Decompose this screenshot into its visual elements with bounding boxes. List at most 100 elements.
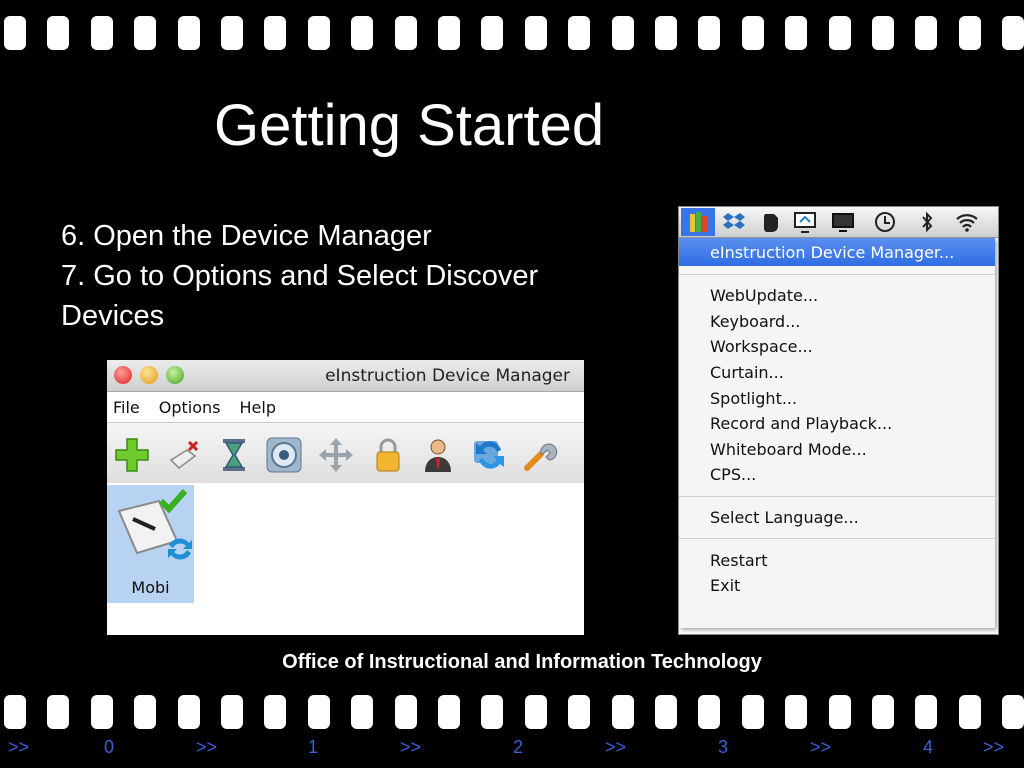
sprocket-hole	[958, 16, 981, 50]
sprocket-hole	[698, 16, 721, 50]
menu-file[interactable]: File	[107, 398, 153, 417]
nav-next-arrows[interactable]: >>	[8, 737, 29, 758]
nav-next-arrows[interactable]: >>	[400, 737, 421, 758]
slide-title: Getting Started	[214, 93, 605, 158]
menubar-dropdown-screenshot: eInstruction Device Manager... WebUpdate…	[678, 206, 999, 635]
lock-icon[interactable]	[369, 436, 407, 474]
sprocket-hole	[698, 695, 721, 729]
user-icon[interactable]	[419, 436, 457, 474]
step-line: 7. Go to Options and Select Discover	[61, 260, 539, 292]
window-title: eInstruction Device Manager	[325, 366, 570, 386]
time-machine-icon[interactable]	[873, 210, 897, 234]
nav-slide-link[interactable]: 3	[718, 737, 728, 758]
sprocket-hole	[741, 695, 764, 729]
menu-item-record-playback[interactable]: Record and Playback...	[679, 411, 995, 437]
bluetooth-icon[interactable]	[915, 210, 939, 234]
sprocket-hole	[4, 16, 26, 50]
menu-item-restart[interactable]: Restart	[679, 547, 995, 573]
menu-options[interactable]: Options	[153, 398, 234, 417]
screen-share-icon[interactable]	[793, 210, 817, 234]
hourglass-icon[interactable]	[215, 436, 253, 474]
nav-next-arrows[interactable]: >>	[983, 737, 1004, 758]
display-icon[interactable]	[831, 210, 855, 234]
sprocket-hole	[177, 16, 200, 50]
film-strip-bottom	[0, 695, 1024, 729]
menu-item-keyboard[interactable]: Keyboard...	[679, 309, 995, 335]
sprocket-hole	[1002, 16, 1024, 50]
nav-next-arrows[interactable]: >>	[196, 737, 217, 758]
step-list: 6. Open the Device Manager 7. Go to Opti…	[61, 216, 538, 336]
sprocket-hole	[655, 16, 677, 50]
sprocket-hole	[611, 695, 634, 729]
window-toolbar	[107, 423, 584, 484]
menu-separator	[679, 274, 995, 275]
sprocket-hole	[221, 16, 243, 50]
device-manager-window: eInstruction Device Manager File Options…	[107, 360, 584, 635]
sprocket-hole	[568, 695, 591, 729]
nav-slide-link[interactable]: 0	[104, 737, 114, 758]
sprocket-hole	[872, 16, 894, 50]
sprocket-hole	[524, 695, 547, 729]
sprocket-hole	[394, 16, 417, 50]
sprocket-hole	[307, 16, 330, 50]
nav-slide-link[interactable]: 2	[513, 737, 523, 758]
sprocket-hole	[438, 16, 460, 50]
speaker-icon[interactable]	[265, 436, 303, 474]
film-strip-top	[0, 16, 1024, 50]
sprocket-hole	[568, 16, 591, 50]
sprocket-hole	[351, 16, 374, 50]
sprocket-hole	[351, 695, 374, 729]
sprocket-hole	[741, 16, 764, 50]
sprocket-hole	[481, 16, 504, 50]
sprocket-hole	[221, 695, 243, 729]
sprocket-hole	[785, 16, 808, 50]
sprocket-hole	[177, 695, 200, 729]
sprocket-hole	[611, 16, 634, 50]
einstruction-icon[interactable]	[686, 210, 710, 234]
wifi-icon[interactable]	[955, 210, 979, 234]
menu-help[interactable]: Help	[234, 398, 289, 417]
zoom-window-button[interactable]	[166, 366, 184, 384]
sprocket-hole	[4, 695, 26, 729]
menu-item-spotlight[interactable]: Spotlight...	[679, 385, 995, 411]
minimize-window-button[interactable]	[140, 366, 158, 384]
menu-item-device-manager[interactable]: eInstruction Device Manager...	[679, 238, 995, 266]
system-menubar	[679, 207, 998, 238]
sprocket-hole	[958, 695, 981, 729]
slide-footer: Office of Instructional and Information …	[282, 651, 762, 673]
sprocket-hole	[134, 695, 157, 729]
close-window-button[interactable]	[114, 366, 132, 384]
nav-slide-link[interactable]: 4	[923, 737, 933, 758]
nav-next-arrows[interactable]: >>	[810, 737, 831, 758]
device-tile-mobi[interactable]: Mobi	[107, 485, 194, 603]
sprocket-hole	[264, 695, 287, 729]
sprocket-hole	[90, 16, 113, 50]
wrench-icon[interactable]	[521, 436, 559, 474]
menu-item-whiteboard-mode[interactable]: Whiteboard Mode...	[679, 437, 995, 463]
menu-item-workspace[interactable]: Workspace...	[679, 334, 995, 360]
nav-slide-link[interactable]: 1	[308, 737, 318, 758]
sprocket-hole	[524, 16, 547, 50]
sprocket-hole	[915, 695, 938, 729]
sprocket-hole	[438, 695, 460, 729]
menu-item-curtain[interactable]: Curtain...	[679, 360, 995, 386]
sprocket-hole	[1002, 695, 1024, 729]
menu-item-exit[interactable]: Exit	[679, 573, 995, 599]
sprocket-hole	[307, 695, 330, 729]
disconnect-pen-icon[interactable]	[165, 436, 203, 474]
evernote-icon[interactable]	[759, 210, 783, 234]
device-list-area: Mobi	[107, 483, 584, 635]
menu-item-cps[interactable]: CPS...	[679, 462, 995, 488]
move-arrows-icon[interactable]	[317, 436, 355, 474]
einstruction-menu: eInstruction Device Manager... WebUpdate…	[679, 238, 995, 628]
nav-next-arrows[interactable]: >>	[605, 737, 626, 758]
sprocket-hole	[264, 16, 287, 50]
menu-item-select-language[interactable]: Select Language...	[679, 505, 995, 531]
refresh-icon[interactable]	[471, 436, 509, 474]
add-icon[interactable]	[113, 436, 151, 474]
dropbox-icon[interactable]	[722, 210, 746, 234]
sprocket-hole	[785, 695, 808, 729]
menu-item-webupdate[interactable]: WebUpdate...	[679, 283, 995, 309]
step-line: 6. Open the Device Manager	[61, 220, 432, 252]
sprocket-hole	[394, 695, 417, 729]
